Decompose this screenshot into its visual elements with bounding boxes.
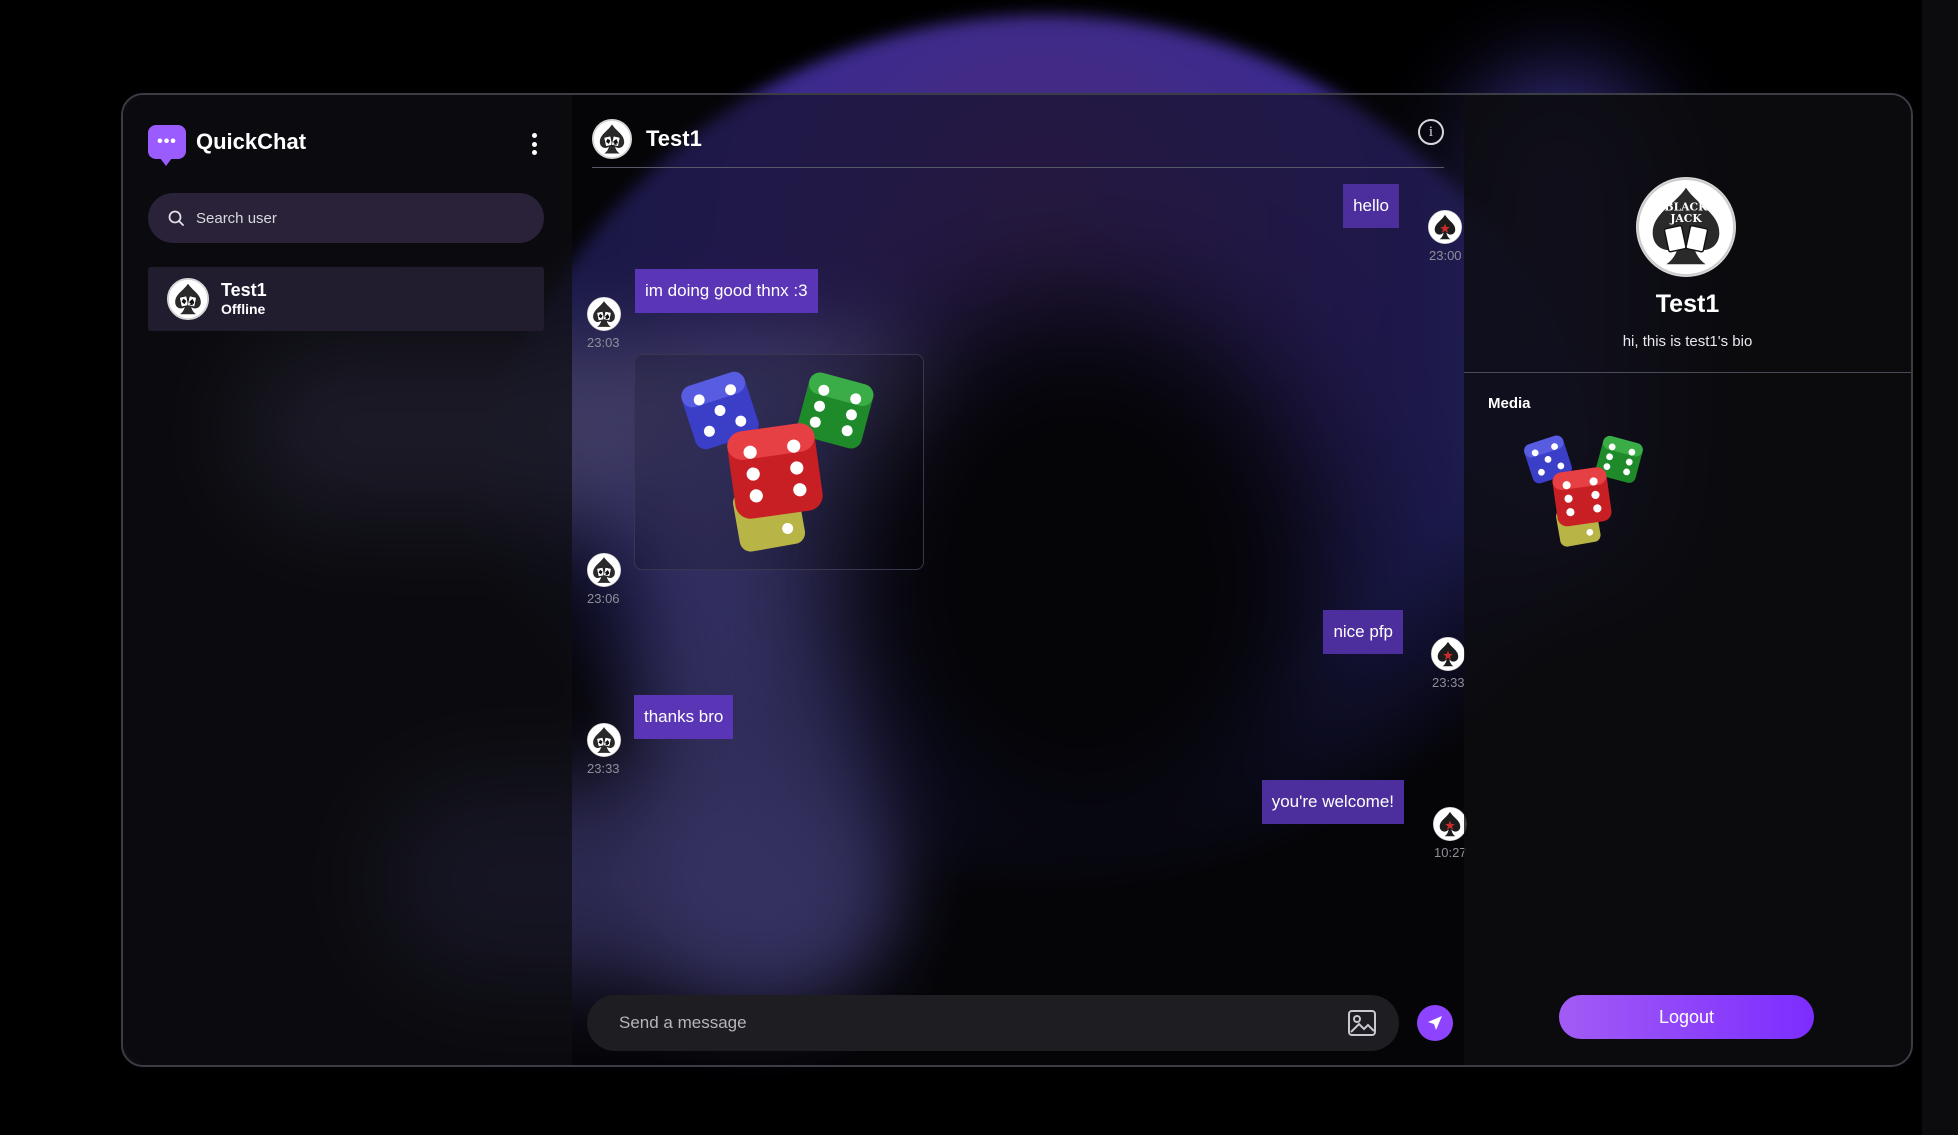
- profile-bio: hi, this is test1's bio: [1622, 333, 1753, 350]
- blackjack-avatar-icon: [168, 278, 208, 320]
- dice-image: [665, 360, 885, 560]
- info-icon[interactable]: i: [1418, 119, 1444, 145]
- media-label: Media: [1488, 395, 1531, 412]
- profile-avatar: BLACK JACK: [1636, 177, 1736, 277]
- app-name: QuickChat: [196, 129, 307, 154]
- message-bubble: you're welcome!: [1261, 780, 1404, 824]
- blackjack-avatar-icon: [587, 297, 621, 331]
- blackjack-avatar-icon: [587, 723, 621, 757]
- window-edge: [1922, 0, 1958, 1135]
- chat-title: Test1: [646, 126, 702, 151]
- search-bar[interactable]: [148, 193, 544, 243]
- profile-name: Test1: [1655, 290, 1720, 318]
- message-time: 23:33: [1432, 675, 1465, 690]
- avatar-text-jack: JACK: [1669, 212, 1702, 225]
- blackjack-avatar-icon: BLACK JACK: [1637, 178, 1735, 276]
- divider: [1464, 372, 1911, 373]
- message-time: 23:06: [587, 591, 620, 606]
- image-message[interactable]: [634, 354, 924, 570]
- message-time: 10:27: [1434, 845, 1467, 860]
- logout-button[interactable]: Logout: [1559, 995, 1814, 1039]
- message-composer[interactable]: [587, 995, 1399, 1051]
- sidebar: ••• QuickChat Test1 Offline: [123, 95, 572, 1065]
- chat-bubble-logo-icon: •••: [148, 125, 186, 166]
- user-status: Offline: [221, 301, 266, 317]
- image-upload-icon[interactable]: [1347, 1009, 1377, 1037]
- blackjack-avatar-icon: [593, 119, 631, 159]
- avatar: [592, 119, 632, 159]
- profile-panel: BLACK JACK Test1 hi, this is test1's bio…: [1464, 95, 1911, 1065]
- message-bubble: im doing good thnx :3: [635, 269, 818, 313]
- send-icon: [1428, 1016, 1442, 1030]
- message-time: 23:00: [1429, 248, 1462, 263]
- brand: ••• QuickChat: [148, 125, 307, 166]
- message-bubble: hello: [1343, 184, 1399, 228]
- app-window: ••• QuickChat Test1 Offline: [121, 93, 1913, 1067]
- avatar: [167, 278, 209, 320]
- user-name: Test1: [221, 280, 267, 300]
- message-time: 23:03: [587, 335, 620, 350]
- spade-avatar-icon: [1431, 637, 1465, 671]
- message-bubble: nice pfp: [1323, 610, 1403, 654]
- spade-avatar-icon: [1433, 807, 1467, 841]
- search-icon: [168, 210, 184, 226]
- media-thumbnail[interactable]: [1514, 425, 1650, 555]
- search-input[interactable]: [194, 208, 518, 228]
- spade-avatar-icon: [1428, 210, 1462, 244]
- more-options-icon[interactable]: [528, 133, 540, 155]
- message-time: 23:33: [587, 761, 620, 776]
- chat-header: Test1 i: [592, 111, 1444, 168]
- blackjack-avatar-icon: [587, 553, 621, 587]
- message-input[interactable]: [617, 1012, 1311, 1034]
- chat-panel: Test1 i hello 23:00 23:03 im doing good …: [572, 95, 1464, 1065]
- message-bubble: thanks bro: [634, 695, 734, 739]
- send-button[interactable]: [1417, 1005, 1453, 1041]
- user-list-item[interactable]: Test1 Offline: [148, 267, 544, 331]
